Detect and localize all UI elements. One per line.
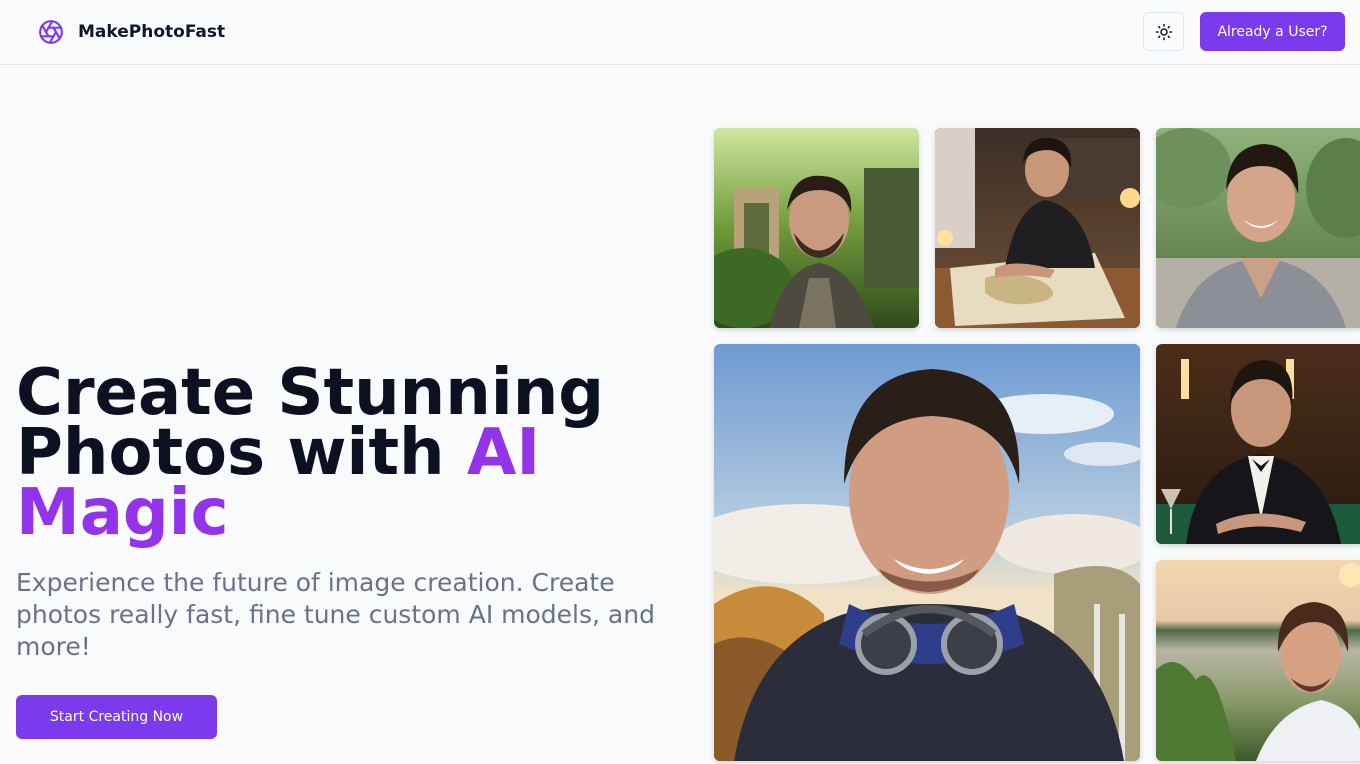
photo-garden-portrait — [1156, 128, 1360, 328]
top-navbar: MakePhotoFast Already a User? — [0, 0, 1360, 65]
hero-subtitle: Experience the future of image creation.… — [16, 568, 655, 661]
hero-title-accent-magic: Magic — [16, 476, 229, 550]
photo-map-desk — [935, 128, 1140, 328]
photo-mountain-selfie — [714, 344, 1140, 761]
hero-title: Create Stunning Photos with AI Magic — [16, 361, 696, 545]
aperture-icon — [39, 20, 63, 44]
already-a-user-button[interactable]: Already a User? — [1200, 12, 1345, 51]
brand-link[interactable]: MakePhotoFast — [38, 19, 225, 45]
brand-name: MakePhotoFast — [78, 22, 226, 42]
photo-casino-tuxedo — [1156, 344, 1360, 544]
sun-icon — [1155, 23, 1172, 40]
hero-title-accent: AI — [466, 416, 541, 490]
photo-forest-selfie — [714, 128, 919, 328]
photo-lakeside-sunset — [1156, 560, 1360, 761]
theme-toggle-button[interactable] — [1143, 12, 1184, 51]
start-creating-button[interactable]: Start Creating Now — [16, 695, 217, 739]
